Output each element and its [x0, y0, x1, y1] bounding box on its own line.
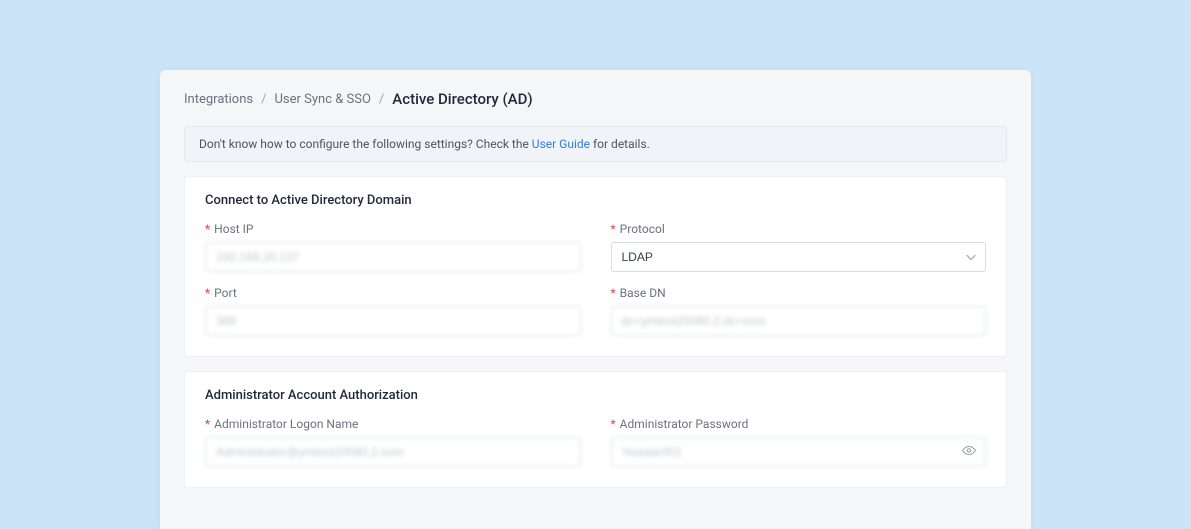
banner-prefix: Don't know how to configure the followin…: [199, 137, 532, 151]
base-dn-label-text: Base DN: [620, 286, 666, 300]
form-grid: * Administrator Logon Name * Administrat…: [205, 417, 986, 467]
breadcrumb-integrations[interactable]: Integrations: [184, 92, 253, 107]
port-field: * Port: [205, 286, 581, 336]
breadcrumb-user-sync-sso[interactable]: User Sync & SSO: [274, 92, 370, 107]
admin-password-label: * Administrator Password: [611, 417, 987, 431]
admin-name-field: * Administrator Logon Name: [205, 417, 581, 467]
protocol-select[interactable]: [611, 242, 987, 272]
base-dn-field: * Base DN: [611, 286, 987, 336]
breadcrumb: Integrations / User Sync & SSO / Active …: [184, 90, 1007, 108]
required-star-icon: *: [205, 417, 210, 431]
admin-name-input[interactable]: [205, 437, 581, 467]
base-dn-input[interactable]: [611, 306, 987, 336]
admin-auth-section: Administrator Account Authorization * Ad…: [184, 371, 1007, 488]
admin-name-label-text: Administrator Logon Name: [214, 417, 358, 431]
required-star-icon: *: [205, 286, 210, 300]
breadcrumb-current: Active Directory (AD): [392, 90, 532, 108]
port-label-text: Port: [214, 286, 237, 300]
protocol-label: * Protocol: [611, 222, 987, 236]
port-input[interactable]: [205, 306, 581, 336]
host-ip-label-text: Host IP: [214, 222, 253, 236]
required-star-icon: *: [611, 222, 616, 236]
connect-domain-section: Connect to Active Directory Domain * Hos…: [184, 176, 1007, 357]
base-dn-label: * Base DN: [611, 286, 987, 300]
admin-name-label: * Administrator Logon Name: [205, 417, 581, 431]
host-ip-input[interactable]: [205, 242, 581, 272]
required-star-icon: *: [205, 222, 210, 236]
protocol-label-text: Protocol: [620, 222, 665, 236]
admin-password-label-text: Administrator Password: [620, 417, 749, 431]
breadcrumb-separator: /: [379, 92, 384, 107]
form-grid: * Host IP * Protocol: [205, 222, 986, 336]
info-banner: Don't know how to configure the followin…: [184, 126, 1007, 162]
password-wrap: [611, 437, 987, 467]
outer-frame: Integrations / User Sync & SSO / Active …: [0, 0, 1191, 529]
required-star-icon: *: [611, 286, 616, 300]
banner-suffix: for details.: [590, 137, 650, 151]
port-label: * Port: [205, 286, 581, 300]
host-ip-field: * Host IP: [205, 222, 581, 272]
user-guide-link[interactable]: User Guide: [532, 137, 590, 151]
admin-password-field: * Administrator Password: [611, 417, 987, 467]
protocol-field: * Protocol: [611, 222, 987, 272]
section-title-connect: Connect to Active Directory Domain: [205, 193, 986, 208]
breadcrumb-separator: /: [261, 92, 266, 107]
required-star-icon: *: [611, 417, 616, 431]
admin-password-input[interactable]: [611, 437, 987, 467]
section-title-admin: Administrator Account Authorization: [205, 388, 986, 403]
app-window: Integrations / User Sync & SSO / Active …: [160, 70, 1031, 529]
protocol-select-wrap: [611, 242, 987, 272]
host-ip-label: * Host IP: [205, 222, 581, 236]
eye-icon[interactable]: [962, 443, 976, 462]
